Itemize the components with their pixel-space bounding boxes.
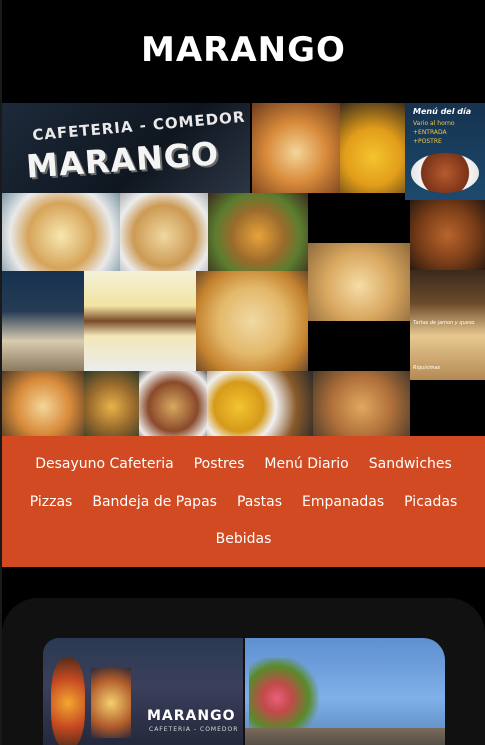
food-photo-chicken xyxy=(410,200,485,270)
nav-pizzas[interactable]: Pizzas xyxy=(30,494,73,510)
food-photo-pasta-2 xyxy=(2,371,84,436)
nav-empanadas[interactable]: Empanadas xyxy=(302,494,384,510)
food-photo-pizza xyxy=(196,271,308,371)
food-photo-dessert xyxy=(340,103,406,193)
decor-food-image xyxy=(91,668,131,738)
storefront-sign-subtitle: CAFETERIA - COMEDOR xyxy=(149,726,239,733)
food-photo-roast xyxy=(313,371,410,436)
nav-row: Desayuno Cafeteria Postres Menú Diario S… xyxy=(2,456,485,472)
food-photo-pastel-de-papa xyxy=(84,271,196,371)
nav-pastas[interactable]: Pastas xyxy=(237,494,282,510)
site-title[interactable]: MARANGO xyxy=(141,30,346,70)
gallery-photo-storefront[interactable]: MARANGO CAFETERIA - COMEDOR xyxy=(43,638,243,745)
site-header: MARANGO xyxy=(2,0,485,103)
food-photo-fried xyxy=(120,193,208,271)
decor-plate-image xyxy=(51,658,85,745)
gallery-photo-flowers[interactable] xyxy=(245,638,445,745)
nav-postres[interactable]: Postres xyxy=(194,456,245,472)
nav-bebidas[interactable]: Bebidas xyxy=(216,531,272,547)
caption-riquisimas: Riquisimas xyxy=(413,365,441,371)
food-photo-milanesa xyxy=(2,193,120,271)
nav-menu-diario[interactable]: Menú Diario xyxy=(264,456,348,472)
menu-line: +ENTRADA xyxy=(413,129,447,136)
food-photo-stew xyxy=(208,193,308,271)
food-photo-dessert-2 xyxy=(207,371,313,436)
storefront-sign-brand: MARANGO xyxy=(147,708,236,724)
nav-row: Pizzas Bandeja de Papas Pastas Empanadas… xyxy=(2,494,485,510)
table-image xyxy=(245,728,445,745)
nav-sandwiches[interactable]: Sandwiches xyxy=(369,456,452,472)
menu-del-dia-tile: Menú del día Vario al horno +ENTRADA +PO… xyxy=(405,103,485,200)
caption-tartas: Tartas de jamon y queso xyxy=(413,320,475,326)
photo-gallery: MARANGO CAFETERIA - COMEDOR xyxy=(2,598,485,745)
food-photo-pasta xyxy=(252,103,340,193)
menu-line: +POSTRE xyxy=(413,138,442,145)
menu-line: Vario al horno xyxy=(413,120,455,127)
nav-desayuno-cafeteria[interactable]: Desayuno Cafeteria xyxy=(35,456,174,472)
category-nav: Desayuno Cafeteria Postres Menú Diario S… xyxy=(2,436,485,567)
nav-picadas[interactable]: Picadas xyxy=(404,494,457,510)
steak-plate-image xyxy=(411,153,479,193)
page: MARANGO CAFETERIA - COMEDOR MARANGO Menú… xyxy=(2,0,485,745)
food-photo-pumpkin xyxy=(84,371,139,436)
food-photo-sandwich xyxy=(139,371,207,436)
nav-bandeja-de-papas[interactable]: Bandeja de Papas xyxy=(92,494,217,510)
flowers-image xyxy=(249,658,319,738)
food-collage-image: CAFETERIA - COMEDOR MARANGO Menú del día… xyxy=(2,103,485,436)
nav-row: Bebidas xyxy=(2,531,485,547)
marango-logo-tile: CAFETERIA - COMEDOR MARANGO xyxy=(2,103,250,193)
food-photo-tartas: Tartas de jamon y queso Riquisimas xyxy=(410,270,485,380)
food-photo-sign xyxy=(2,271,84,371)
menu-del-dia-title: Menú del día xyxy=(413,107,472,116)
food-photo-empanadas xyxy=(308,243,410,321)
